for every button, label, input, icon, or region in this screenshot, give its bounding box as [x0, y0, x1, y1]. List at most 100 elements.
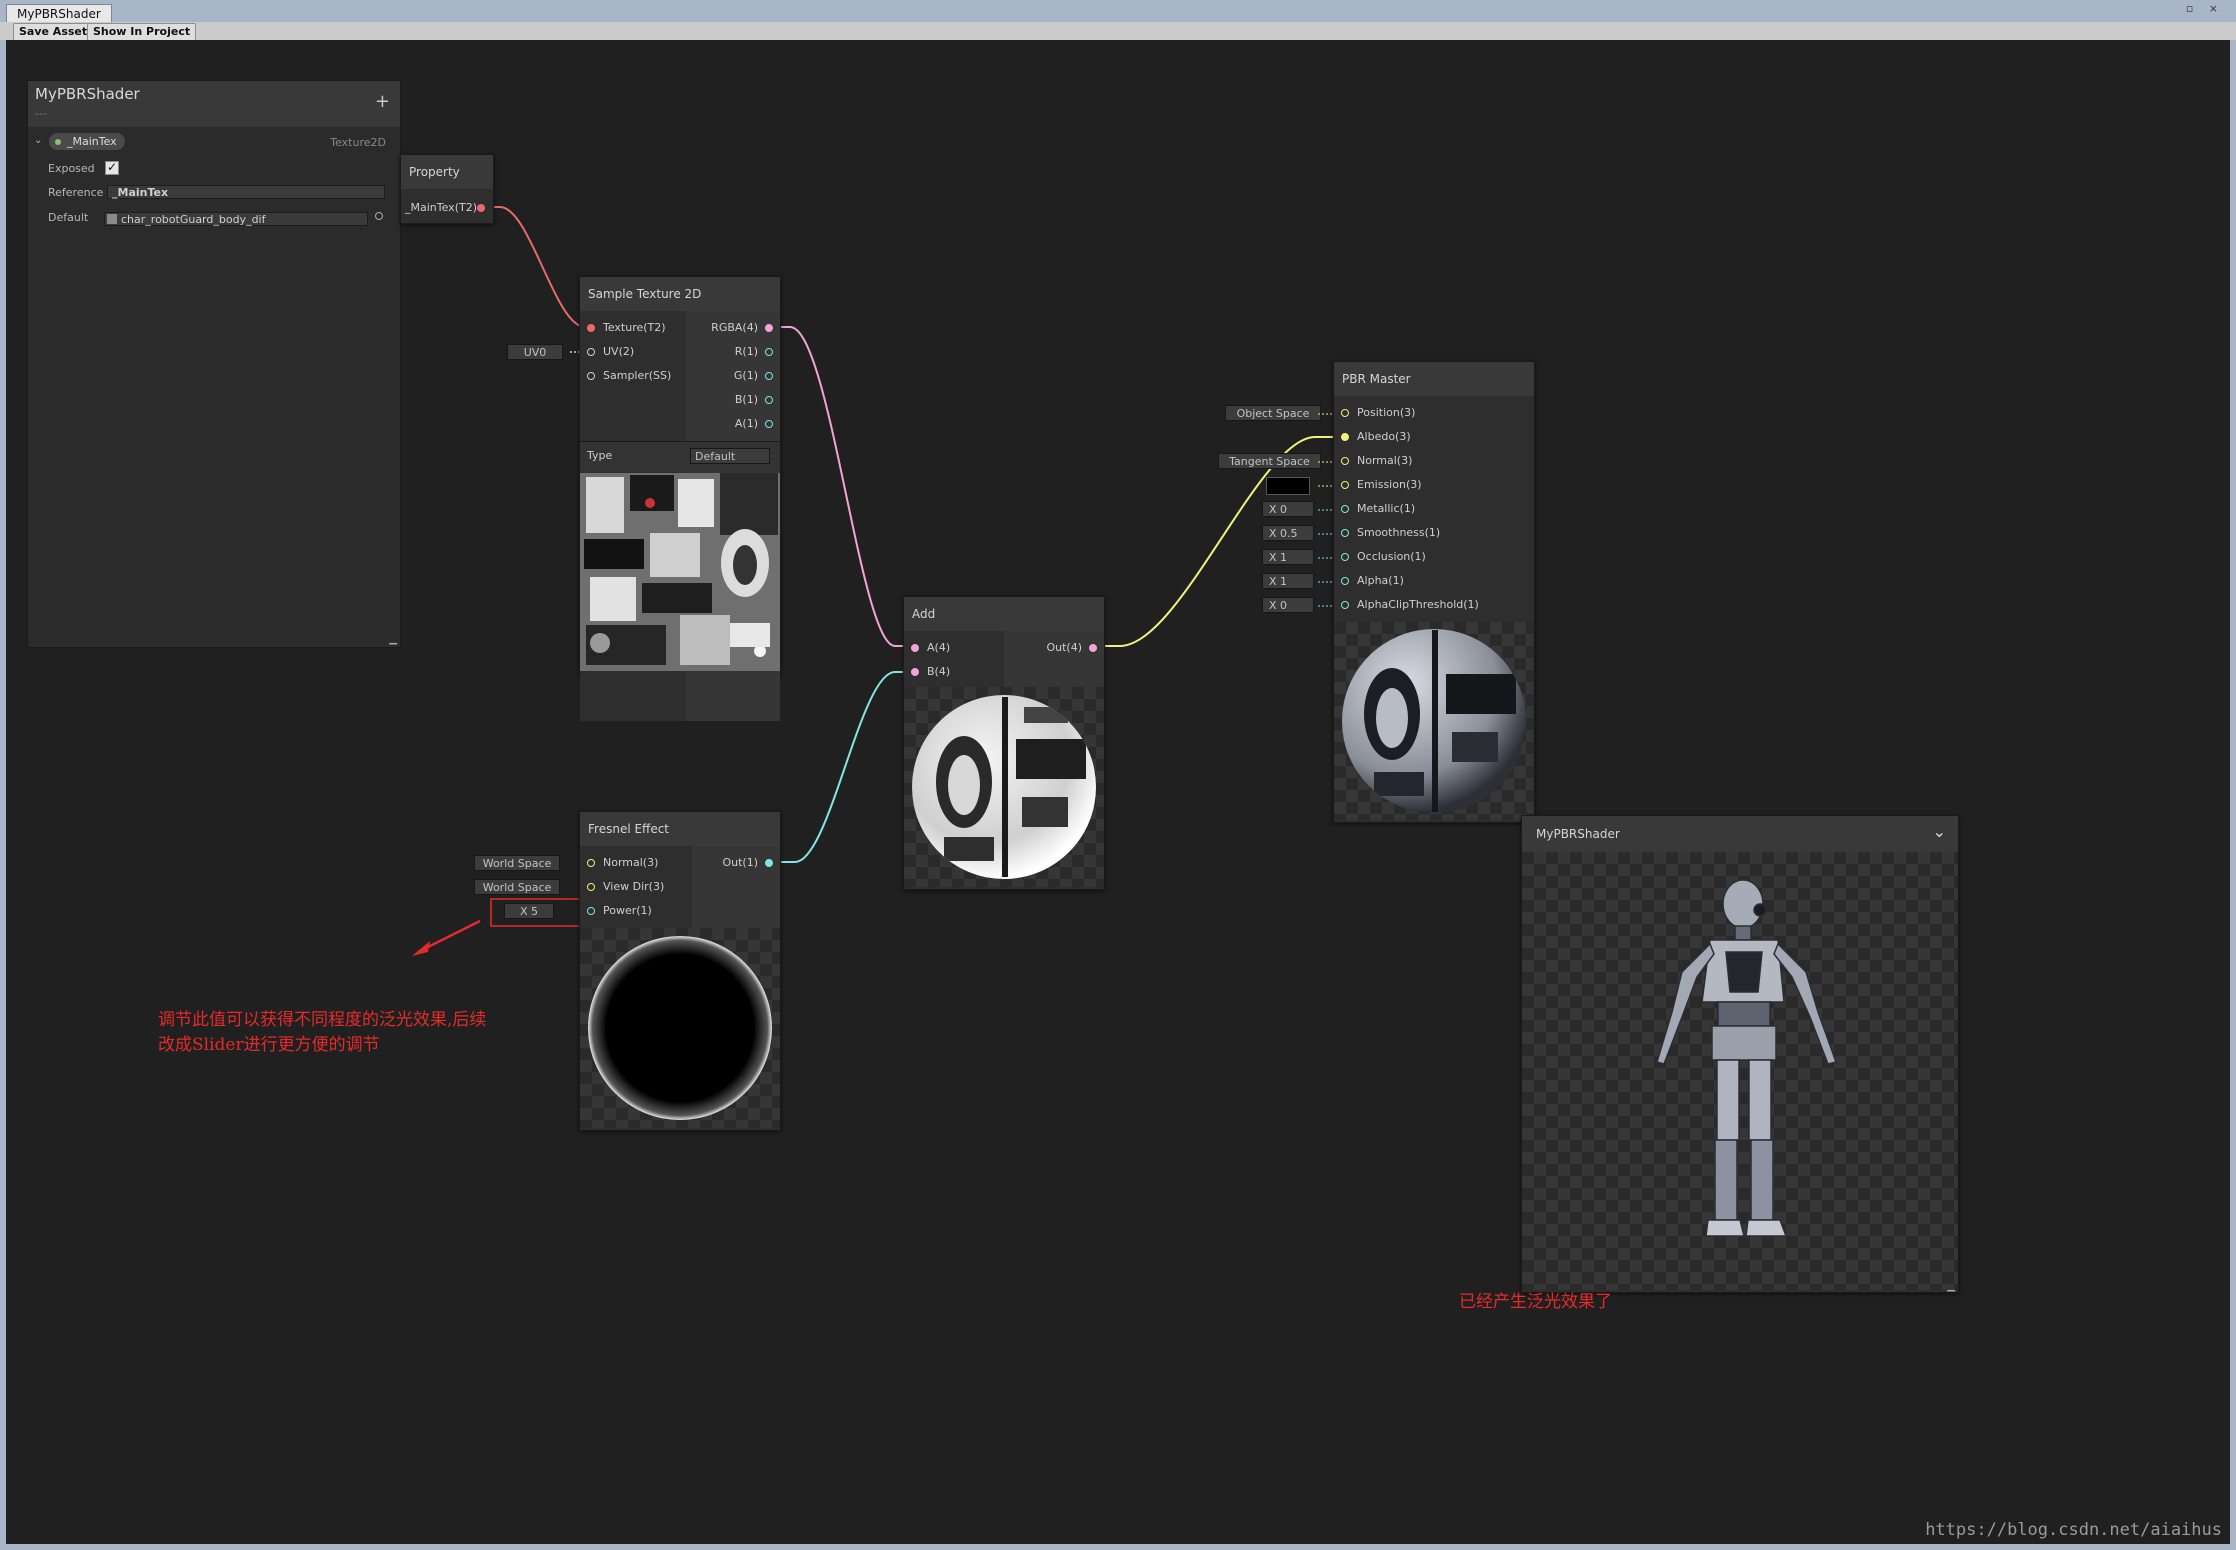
metallic-input-label: Metallic(1) [1357, 502, 1416, 515]
add-a-input-port[interactable] [911, 644, 919, 652]
pbr-preview [1334, 622, 1534, 820]
fresnel-preview [580, 928, 780, 1128]
edge-fresnel-to-add-b [770, 671, 912, 863]
alpha-value-chip[interactable]: X 1 [1262, 573, 1314, 589]
reference-field[interactable]: _MainTex [107, 185, 385, 199]
smoothness-input-label: Smoothness(1) [1357, 526, 1441, 539]
occlusion-input-label: Occlusion(1) [1357, 550, 1426, 563]
blackboard-subtitle: --- [35, 107, 47, 120]
type-label: Type [587, 449, 613, 462]
alphaclip-input-label: AlphaClipThreshold(1) [1357, 598, 1479, 611]
main-preview-panel[interactable]: MyPBRShader ⌄ ▁ [1521, 815, 1959, 1293]
type-dropdown[interactable]: Default [690, 448, 770, 464]
normal-input-port-pbr[interactable] [1341, 457, 1349, 465]
annotation-arrow-left-head [412, 941, 430, 956]
pbr-preview-sphere [1342, 629, 1526, 813]
default-label: Default [48, 211, 89, 224]
object-picker-icon[interactable] [375, 212, 383, 220]
normal-input-label: Normal(3) [603, 856, 659, 869]
property-node-title: Property [401, 155, 493, 189]
viewdir-space-chip[interactable]: World Space [474, 879, 560, 895]
metallic-input-port[interactable] [1341, 505, 1349, 513]
albedo-input-port[interactable] [1341, 433, 1349, 441]
alpha-input-label: Alpha(1) [1357, 574, 1404, 587]
property-node[interactable]: Property _MainTex(T2) [400, 154, 494, 224]
resize-handle-icon[interactable]: ▁ [389, 634, 397, 645]
normal-input-port[interactable] [587, 859, 595, 867]
uv-input-label: UV(2) [603, 345, 635, 358]
emission-input-label: Emission(3) [1357, 478, 1422, 491]
chevron-down-icon[interactable]: ⌄ [34, 135, 42, 146]
add-node[interactable]: Add A(4) B(4) Out(4) [903, 596, 1105, 890]
pbr-master-node[interactable]: PBR Master Position(3) Albedo(3) Normal(… [1333, 361, 1535, 823]
emission-input-port[interactable] [1341, 481, 1349, 489]
alphaclip-value-chip[interactable]: X 0 [1262, 597, 1314, 613]
alpha-input-port[interactable] [1341, 577, 1349, 585]
power-input-label: Power(1) [603, 904, 652, 917]
add-output-label: Out(4) [1046, 641, 1082, 654]
g-output-label: G(1) [733, 369, 758, 382]
edge-rgba-to-add-a [770, 326, 912, 647]
occlusion-value-chip[interactable]: X 1 [1262, 549, 1314, 565]
position-input-label: Position(3) [1357, 406, 1416, 419]
fresnel-output-port[interactable] [765, 859, 773, 867]
resize-handle-icon[interactable]: ▁ [1947, 1281, 1955, 1292]
main-preview-viewport[interactable] [1522, 852, 1958, 1290]
alphaclip-input-port[interactable] [1341, 601, 1349, 609]
r-output-label: R(1) [734, 345, 758, 358]
uv-chip[interactable]: UV0 [507, 344, 563, 360]
uv-input-port[interactable] [587, 348, 595, 356]
texture-input-port[interactable] [587, 324, 595, 332]
rgba-output-port[interactable] [765, 324, 773, 332]
watermark: https://blog.csdn.net/aiaihus [1925, 1520, 2222, 1540]
blackboard-panel: MyPBRShader --- + ⌄ _MainTex Texture2D E… [27, 80, 401, 648]
add-preview-sphere [912, 695, 1096, 879]
add-a-input-label: A(4) [927, 641, 951, 654]
b-output-port[interactable] [765, 396, 773, 404]
occlusion-input-port[interactable] [1341, 553, 1349, 561]
power-input-port[interactable] [587, 907, 595, 915]
property-dot-icon [55, 139, 61, 145]
power-value-chip[interactable]: X 5 [504, 903, 554, 919]
sample-texture-node[interactable]: Sample Texture 2D Texture(T2) UV(2) Samp… [579, 276, 781, 721]
chevron-down-icon[interactable]: ⌄ [1933, 822, 1946, 841]
emission-color-swatch[interactable] [1266, 477, 1310, 495]
fresnel-title: Fresnel Effect [580, 812, 780, 846]
metallic-value-chip[interactable]: X 0 [1262, 501, 1314, 517]
add-preview [904, 687, 1104, 887]
g-output-port[interactable] [765, 372, 773, 380]
add-output-port[interactable] [1089, 644, 1097, 652]
blackboard-title: MyPBRShader [35, 85, 140, 103]
add-b-input-port[interactable] [911, 668, 919, 676]
smoothness-value-chip[interactable]: X 0.5 [1262, 525, 1314, 541]
sampler-input-port[interactable] [587, 372, 595, 380]
default-texture-field[interactable]: char_robotGuard_body_dif [104, 212, 368, 226]
blackboard-header: MyPBRShader --- + [28, 81, 400, 127]
add-title: Add [904, 597, 1104, 631]
fresnel-node[interactable]: Fresnel Effect Normal(3) View Dir(3) Pow… [579, 811, 781, 1131]
main-preview-title: MyPBRShader [1522, 816, 1958, 852]
maintex-output-label: _MainTex(T2) [405, 201, 477, 214]
fresnel-preview-sphere [588, 936, 772, 1120]
normal-space-chip-pbr[interactable]: Tangent Space [1218, 453, 1321, 469]
exposed-label: Exposed [48, 162, 95, 175]
annotation-left-line2: 改成Slider进行更方便的调节 [158, 1035, 380, 1055]
r-output-port[interactable] [765, 348, 773, 356]
normal-space-chip[interactable]: World Space [474, 855, 560, 871]
smoothness-input-port[interactable] [1341, 529, 1349, 537]
position-input-port[interactable] [1341, 409, 1349, 417]
edge-maintex-to-texture [484, 206, 592, 328]
maintex-output-port[interactable] [477, 204, 485, 212]
sampler-input-label: Sampler(SS) [603, 369, 672, 382]
add-property-button[interactable]: + [375, 91, 390, 112]
sample-texture-title: Sample Texture 2D [580, 277, 780, 311]
albedo-input-label: Albedo(3) [1357, 430, 1411, 443]
texture-input-label: Texture(T2) [603, 321, 666, 334]
add-b-input-label: B(4) [927, 665, 951, 678]
a-output-port[interactable] [765, 420, 773, 428]
fresnel-output-label: Out(1) [722, 856, 758, 869]
position-space-chip[interactable]: Object Space [1225, 405, 1321, 421]
exposed-checkbox[interactable]: ✓ [105, 161, 119, 175]
robot-model [1656, 879, 1837, 1237]
viewdir-input-port[interactable] [587, 883, 595, 891]
